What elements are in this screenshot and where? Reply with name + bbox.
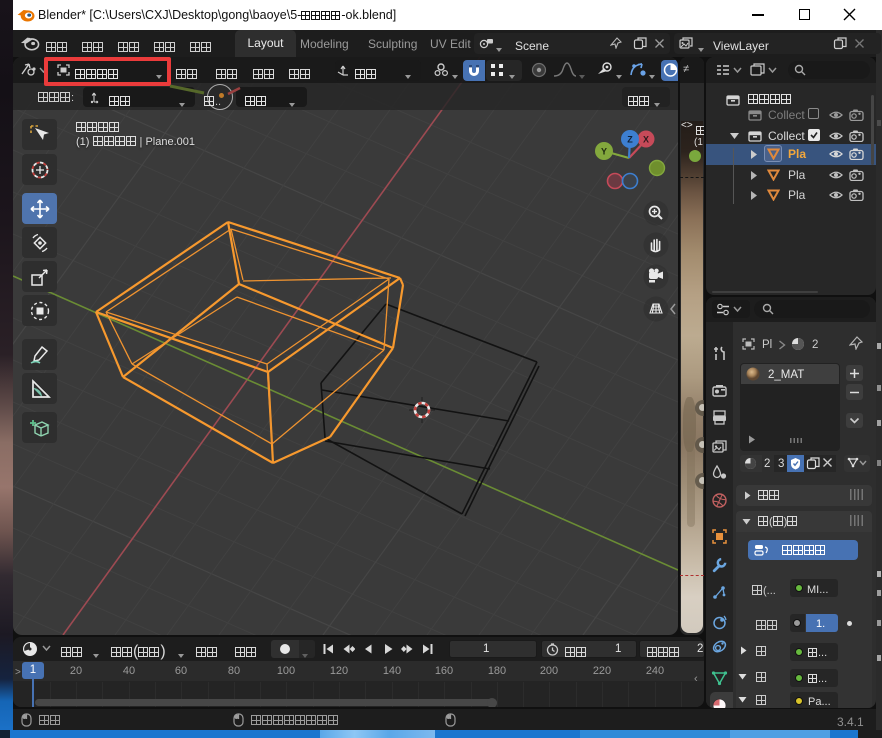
svg-text:X: X <box>643 135 649 145</box>
svg-text:Z: Z <box>627 135 633 145</box>
svg-text:Y: Y <box>601 147 607 157</box>
